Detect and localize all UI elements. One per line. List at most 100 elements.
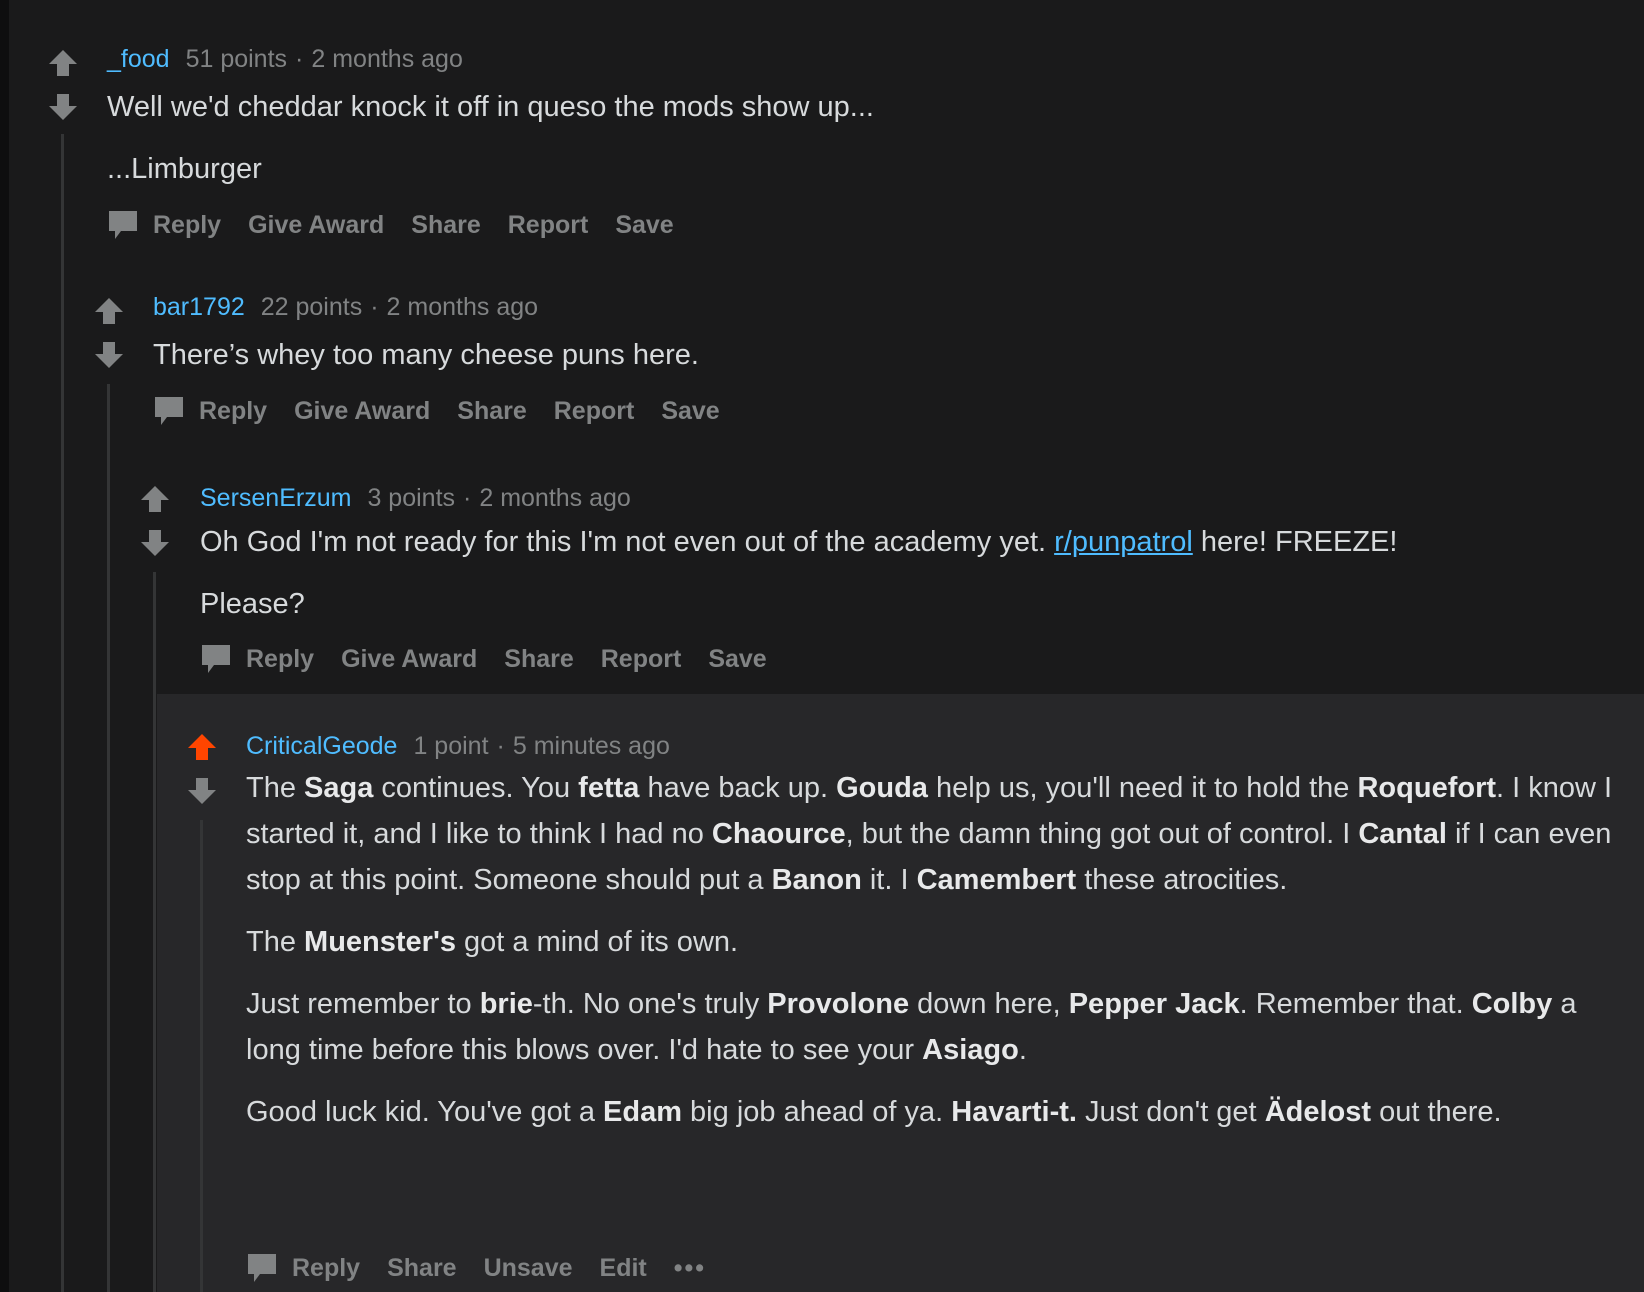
unsave-button[interactable]: Unsave xyxy=(484,1254,573,1283)
arrow-down-icon[interactable] xyxy=(92,338,126,372)
text: here! FREEZE! xyxy=(1192,526,1398,558)
timestamp[interactable]: 2 months ago xyxy=(311,45,463,73)
text: got a mind of its own. xyxy=(455,926,739,958)
comment-actions-4: Reply Share Unsave Edit ••• xyxy=(246,1251,733,1285)
comment-paragraph: Just remember to brie-th. No one's truly… xyxy=(246,981,1636,1073)
give-award-button[interactable]: Give Award xyxy=(341,645,477,674)
points: 51 points xyxy=(185,45,288,73)
bold-text: Roquefort xyxy=(1357,772,1497,804)
timestamp[interactable]: 2 months ago xyxy=(387,293,539,321)
comment-body-3: Oh God I'm not ready for this I'm not ev… xyxy=(200,519,1640,643)
vote-column-2 xyxy=(92,294,126,382)
separator: · xyxy=(463,484,472,512)
text: continues. You xyxy=(373,772,579,804)
give-award-button[interactable]: Give Award xyxy=(248,211,384,240)
bold-text: Asiago xyxy=(922,1034,1019,1066)
bold-text: brie xyxy=(479,988,533,1020)
reply-button[interactable]: Reply xyxy=(107,209,221,241)
text: Oh God I'm not ready for this I'm not ev… xyxy=(200,526,1055,558)
reply-label: Reply xyxy=(199,396,268,425)
bold-text: Colby xyxy=(1471,988,1553,1020)
text: out there. xyxy=(1371,1096,1502,1128)
share-button[interactable]: Share xyxy=(387,1254,456,1283)
text: . Remember that. xyxy=(1239,988,1472,1020)
points: 22 points xyxy=(260,293,363,321)
bold-text: Muenster's xyxy=(304,926,456,958)
timestamp[interactable]: 2 months ago xyxy=(479,484,631,512)
bold-text: Banon xyxy=(771,864,862,896)
comment-paragraph: Well we'd cheddar knock it off in queso … xyxy=(107,91,874,123)
save-button[interactable]: Save xyxy=(661,397,719,426)
separator: · xyxy=(496,732,505,760)
subreddit-link[interactable]: r/punpatrol xyxy=(1054,526,1193,558)
thread-line-3[interactable] xyxy=(153,572,156,1292)
comment-paragraph: Oh God I'm not ready for this I'm not ev… xyxy=(200,519,1640,565)
comment-bubble-icon xyxy=(246,1252,278,1284)
ellipsis-icon[interactable]: ••• xyxy=(674,1254,706,1283)
share-button[interactable]: Share xyxy=(411,211,480,240)
reply-button[interactable]: Reply xyxy=(153,395,267,427)
reply-button[interactable]: Reply xyxy=(200,643,314,675)
page-left-edge xyxy=(0,0,9,1292)
bold-text: Edam xyxy=(603,1096,682,1128)
arrow-up-icon[interactable] xyxy=(46,46,80,80)
bold-text: Provolone xyxy=(767,988,910,1020)
vote-column-4 xyxy=(185,730,219,818)
comment-meta-4: CriticalGeode 1 point · 5 minutes ago xyxy=(246,732,670,761)
reply-button[interactable]: Reply xyxy=(246,1252,360,1284)
text: Just remember to xyxy=(246,988,480,1020)
bold-text: Havarti-t. xyxy=(951,1096,1077,1128)
author-link[interactable]: CriticalGeode xyxy=(246,732,397,760)
bold-text: Cantal xyxy=(1358,818,1447,850)
comment-body-2: There’s whey too many cheese puns here. xyxy=(153,332,1613,394)
arrow-down-icon[interactable] xyxy=(138,526,172,560)
reply-label: Reply xyxy=(153,210,222,239)
comment-paragraph: There’s whey too many cheese puns here. xyxy=(153,339,699,371)
comment-paragraph: ...Limburger xyxy=(107,153,262,185)
text: big job ahead of ya. xyxy=(682,1096,952,1128)
text: , but the damn thing got out of control.… xyxy=(845,818,1359,850)
arrow-down-icon[interactable] xyxy=(185,774,219,808)
give-award-button[interactable]: Give Award xyxy=(294,397,430,426)
text: Good luck kid. You've got a xyxy=(246,1096,604,1128)
text: Just don't get xyxy=(1076,1096,1265,1128)
save-button[interactable]: Save xyxy=(615,211,673,240)
vote-column-3 xyxy=(138,482,172,570)
thread-line-2[interactable] xyxy=(107,384,110,1292)
text: down here, xyxy=(909,988,1069,1020)
comment-actions-3: Reply Give Award Share Report Save xyxy=(200,642,794,676)
report-button[interactable]: Report xyxy=(508,211,589,240)
edit-button[interactable]: Edit xyxy=(600,1254,647,1283)
comment-body-4: The Saga continues. You fetta have back … xyxy=(246,765,1636,1151)
points: 3 points xyxy=(367,484,456,512)
comment-bubble-icon xyxy=(200,643,232,675)
arrow-up-icon[interactable] xyxy=(92,294,126,328)
text: The xyxy=(246,772,305,804)
bold-text: Chaource xyxy=(711,818,846,850)
report-button[interactable]: Report xyxy=(601,645,682,674)
text: The xyxy=(246,926,305,958)
arrow-up-icon[interactable] xyxy=(185,730,219,764)
thread-line-4[interactable] xyxy=(200,820,203,1292)
timestamp[interactable]: 5 minutes ago xyxy=(513,732,670,760)
save-button[interactable]: Save xyxy=(708,645,766,674)
comment-meta-3: SersenErzum 3 points · 2 months ago xyxy=(200,484,631,513)
report-button[interactable]: Report xyxy=(554,397,635,426)
arrow-up-icon[interactable] xyxy=(138,482,172,516)
author-link[interactable]: bar1792 xyxy=(153,293,245,321)
text: help us, you'll need it to hold the xyxy=(927,772,1358,804)
comment-bubble-icon xyxy=(107,209,139,241)
bold-text: fetta xyxy=(578,772,640,804)
comment-paragraph: The Saga continues. You fetta have back … xyxy=(246,765,1636,903)
author-link[interactable]: _food xyxy=(107,45,170,73)
share-button[interactable]: Share xyxy=(504,645,573,674)
thread-line-1[interactable] xyxy=(61,134,64,1292)
bold-text: Saga xyxy=(304,772,374,804)
reply-label: Reply xyxy=(292,1253,361,1282)
comment-paragraph: Please? xyxy=(200,588,305,620)
comment-actions-2: Reply Give Award Share Report Save xyxy=(153,394,747,428)
author-link[interactable]: SersenErzum xyxy=(200,484,351,512)
arrow-down-icon[interactable] xyxy=(46,90,80,124)
separator: · xyxy=(295,45,304,73)
share-button[interactable]: Share xyxy=(457,397,526,426)
